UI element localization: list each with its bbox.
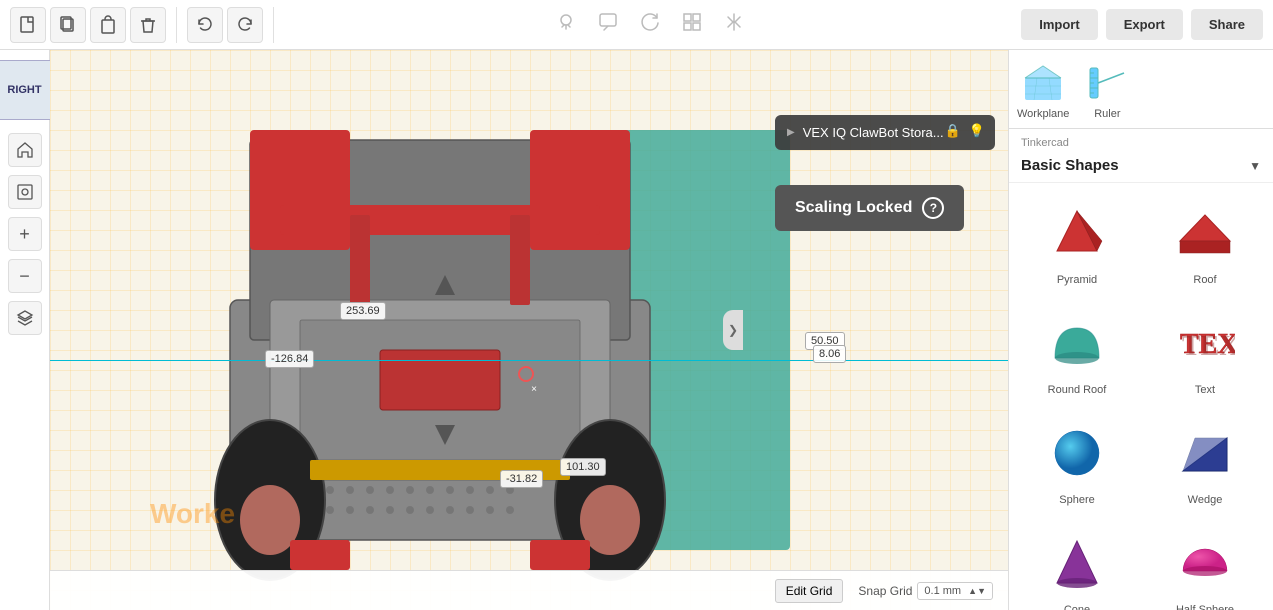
workplane-label: Workplane: [1017, 108, 1069, 120]
object-icons: 🔒 💡: [945, 123, 985, 139]
snap-grid-control: Snap Grid 0.1 mm ▲▼: [858, 582, 993, 600]
svg-text:TEXT: TEXT: [1182, 331, 1235, 362]
workplane-icon: [1020, 58, 1066, 104]
help-icon[interactable]: ?: [922, 197, 944, 219]
top-right-buttons: Import Export Share: [1021, 9, 1263, 40]
rotate-icon[interactable]: [639, 11, 661, 39]
top-toolbar: Import Export Share: [0, 0, 1273, 50]
ruler-label: Ruler: [1094, 108, 1120, 120]
undo-button[interactable]: [187, 7, 223, 43]
home-view-button[interactable]: [8, 133, 42, 167]
cone-label: Cone: [1064, 604, 1090, 610]
panel-scroll-toggle[interactable]: ❯: [723, 310, 743, 350]
eye-icon[interactable]: 💡: [969, 123, 985, 139]
text-thumb: TEXT TEXT: [1170, 308, 1240, 378]
workplane-tool[interactable]: Workplane: [1017, 58, 1069, 120]
pyramid-label: Pyramid: [1057, 274, 1097, 286]
shape-text[interactable]: TEXT TEXT Text: [1142, 298, 1268, 406]
bottom-bar: Edit Grid Snap Grid 0.1 mm ▲▼: [50, 570, 1008, 610]
delete-button[interactable]: [130, 7, 166, 43]
object-tree-header: ▶ VEX IQ ClawBot Stora... 🔒 💡: [775, 115, 995, 150]
shape-pyramid[interactable]: Pyramid: [1014, 188, 1140, 296]
pyramid-thumb: [1042, 198, 1112, 268]
tree-expand-arrow[interactable]: ▶: [787, 127, 795, 138]
shape-sphere[interactable]: Sphere: [1014, 408, 1140, 516]
comment-icon[interactable]: [597, 11, 619, 39]
round-roof-thumb: [1042, 308, 1112, 378]
object-tree-popup: ▶ VEX IQ ClawBot Stora... 🔒 💡: [775, 115, 995, 150]
sphere-label: Sphere: [1059, 494, 1094, 506]
lock-icon[interactable]: 🔒: [945, 123, 961, 139]
scaling-locked-tooltip: Scaling Locked ?: [775, 185, 964, 231]
copy-button[interactable]: [50, 7, 86, 43]
wedge-label: Wedge: [1188, 494, 1223, 506]
shape-cone[interactable]: Cone: [1014, 518, 1140, 610]
half-sphere-label: Half Sphere: [1176, 604, 1234, 610]
import-button[interactable]: Import: [1021, 9, 1097, 40]
lib-header: Tinkercad: [1009, 129, 1273, 153]
snap-value[interactable]: 0.1 mm ▲▼: [917, 582, 993, 600]
ruler-tool[interactable]: Ruler: [1084, 58, 1130, 120]
text-label: Text: [1195, 384, 1215, 396]
cone-thumb: [1042, 528, 1112, 598]
shape-wedge[interactable]: Wedge: [1142, 408, 1268, 516]
export-button[interactable]: Export: [1106, 9, 1183, 40]
share-button[interactable]: Share: [1191, 9, 1263, 40]
right-top-tools: Workplane Ruler: [1009, 50, 1273, 129]
ruler-icon: [1084, 58, 1130, 104]
lib-title: Basic Shapes: [1021, 157, 1244, 174]
snap-arrows[interactable]: ▲▼: [968, 586, 986, 596]
lib-title-row: Basic Shapes ▼: [1009, 153, 1273, 183]
grid-view-icon[interactable]: [681, 11, 703, 39]
paste-button[interactable]: [90, 7, 126, 43]
frame-button[interactable]: [8, 175, 42, 209]
lib-dropdown-arrow[interactable]: ▼: [1249, 159, 1261, 173]
left-sidebar: RIGHT + −: [0, 50, 50, 610]
shape-half-sphere[interactable]: Half Sphere: [1142, 518, 1268, 610]
right-panel: Workplane Ruler Ti: [1008, 50, 1273, 610]
close-button[interactable]: ×: [525, 380, 543, 398]
view-cube[interactable]: RIGHT: [0, 60, 55, 120]
zoom-in-button[interactable]: +: [8, 217, 42, 251]
canvas-area[interactable]: Worke 253.69 -126.84 50.50 8.06 -31.82 1…: [50, 50, 1008, 610]
file-tools: [10, 7, 177, 43]
half-sphere-thumb: [1170, 528, 1240, 598]
redo-button[interactable]: [227, 7, 263, 43]
scaling-locked-text: Scaling Locked: [795, 199, 912, 217]
round-roof-label: Round Roof: [1048, 384, 1107, 396]
roof-label: Roof: [1193, 274, 1216, 286]
shape-library: Tinkercad Basic Shapes ▼ Pyramid: [1009, 129, 1273, 610]
history-tools: [187, 7, 274, 43]
snap-label: Snap Grid: [858, 584, 912, 598]
light-icon[interactable]: [555, 11, 577, 39]
mirror-icon[interactable]: [723, 11, 745, 39]
shape-round-roof[interactable]: Round Roof: [1014, 298, 1140, 406]
zoom-out-button[interactable]: −: [8, 259, 42, 293]
shape-roof[interactable]: Roof: [1142, 188, 1268, 296]
object-name: VEX IQ ClawBot Stora...: [803, 125, 944, 140]
layers-button[interactable]: [8, 301, 42, 335]
main-area: RIGHT + −: [0, 50, 1273, 610]
roof-thumb: [1170, 198, 1240, 268]
sphere-thumb: [1042, 418, 1112, 488]
edit-grid-button[interactable]: Edit Grid: [775, 579, 844, 603]
shapes-grid: Pyramid Roof: [1009, 183, 1273, 610]
wedge-thumb: [1170, 418, 1240, 488]
new-button[interactable]: [10, 7, 46, 43]
